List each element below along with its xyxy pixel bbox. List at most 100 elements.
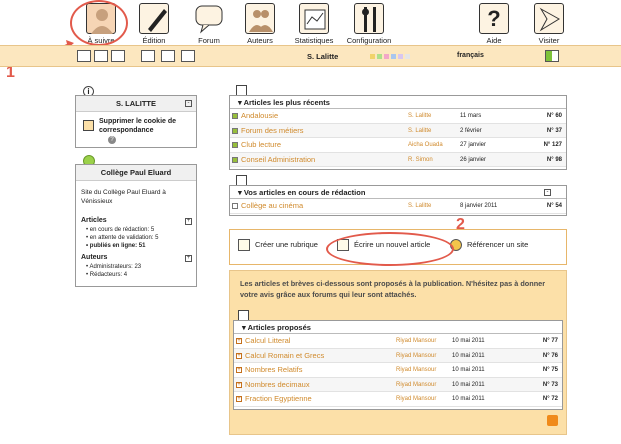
- article-author[interactable]: S. Lalitte: [408, 199, 431, 213]
- status-bullet-icon: [232, 127, 238, 134]
- folder-icon: [238, 239, 250, 251]
- status-bullet-icon: [232, 156, 238, 163]
- articles-stats: • en cours de rédaction: 5 • en attente …: [86, 226, 159, 250]
- heading-text: Vos articles en cours de rédaction: [243, 188, 366, 197]
- status-bar: S. Lalitte français: [0, 45, 621, 67]
- recent-articles-panel: ▾ Articles les plus récents Andalousie S.…: [229, 95, 567, 170]
- stat-text: en cours de rédaction: 5: [89, 227, 155, 233]
- article-row[interactable]: Club lecture Aicha Ouada 27 janvier N° 127: [230, 138, 566, 153]
- article-number: N° 60: [546, 113, 562, 119]
- article-number: N° 127: [543, 142, 562, 148]
- document-icon[interactable]: [141, 50, 155, 62]
- language-selector[interactable]: français: [457, 52, 484, 59]
- site-box: Collège Paul Eluard Site du Collège Paul…: [75, 164, 197, 287]
- collapse-icon[interactable]: -: [185, 100, 192, 107]
- article-date: 10 mai 2011: [452, 367, 485, 373]
- annotation-ring-2: [326, 232, 454, 266]
- article-row[interactable]: + Calcul Litteral Riyad Mansour 10 mai 2011…: [234, 334, 562, 349]
- color-swatch[interactable]: [405, 54, 410, 59]
- article-number: N° 98: [546, 156, 562, 163]
- expand-icon[interactable]: +: [185, 218, 192, 225]
- status-bullet-icon: [232, 203, 238, 209]
- article-author[interactable]: Riyad Mansour: [396, 334, 436, 348]
- cookie-icon: [83, 120, 94, 131]
- search-icon[interactable]: [111, 50, 125, 62]
- color-swatch[interactable]: [398, 54, 403, 59]
- article-title-link[interactable]: Nombres decimaux: [245, 378, 310, 392]
- proposed-intro: Les articles et brèves ci-dessous sont p…: [240, 279, 546, 299]
- stat-text: en attente de validation: 5: [89, 235, 159, 241]
- expand-icon[interactable]: +: [185, 255, 192, 262]
- article-number: N° 54: [546, 203, 562, 209]
- user-box: S. LALITTE - Supprimer le cookie de corr…: [75, 95, 197, 148]
- current-user[interactable]: S. Lalitte: [307, 52, 338, 61]
- article-author[interactable]: Aicha Ouada: [408, 138, 443, 152]
- eye-icon[interactable]: [181, 50, 195, 62]
- article-number: N° 75: [542, 367, 558, 373]
- help-icon[interactable]: ?: [108, 136, 116, 144]
- article-number: N° 77: [542, 338, 558, 344]
- reference-site-label: Référencer un site: [467, 240, 529, 249]
- article-date: 10 mai 2011: [452, 352, 485, 359]
- article-title-link[interactable]: Nombres Relatifs: [245, 363, 303, 377]
- arrow-icon[interactable]: [94, 50, 108, 62]
- article-author[interactable]: Riyad Mansour: [396, 363, 436, 377]
- article-number: N° 73: [542, 381, 558, 388]
- stat-item: • publiés en ligne: 51: [86, 243, 146, 249]
- article-row[interactable]: + Nombres Relatifs Riyad Mansour 10 mai 201…: [234, 363, 562, 378]
- collapse-icon[interactable]: -: [544, 189, 551, 196]
- article-title-link[interactable]: Fraction Egyptienne: [245, 392, 312, 406]
- article-number: N° 76: [542, 352, 558, 359]
- heading-text: Articles les plus récents: [243, 98, 330, 107]
- article-title-link[interactable]: Andalousie: [241, 109, 278, 123]
- article-row[interactable]: Andalousie S. Lalitte 11 mars N° 60: [230, 109, 566, 124]
- layout-toggle-icon[interactable]: [545, 50, 559, 62]
- stat-item: • en attente de validation: 5: [86, 235, 159, 241]
- article-row[interactable]: + Nombres decimaux Riyad Mansour 10 mai 201…: [234, 377, 562, 392]
- color-swatch[interactable]: [384, 54, 389, 59]
- article-date: 2 février: [460, 127, 482, 134]
- color-swatch[interactable]: [370, 54, 375, 59]
- article-author[interactable]: S. Lalitte: [408, 109, 431, 123]
- heading-text: Articles proposés: [247, 323, 311, 332]
- annotation-label-2: 2: [456, 216, 465, 233]
- authors-heading: Auteurs: [81, 254, 108, 261]
- stat-item: • Rédacteurs: 4: [86, 272, 128, 278]
- color-swatch[interactable]: [377, 54, 382, 59]
- recent-articles-heading: ▾ Articles les plus récents: [230, 96, 566, 109]
- article-author[interactable]: Riyad Mansour: [396, 349, 436, 363]
- article-author[interactable]: R. Simon: [408, 153, 433, 167]
- status-bullet-icon: +: [236, 338, 242, 344]
- mail-icon[interactable]: [161, 50, 175, 62]
- remove-cookie-link[interactable]: Supprimer le cookie de correspondance: [99, 117, 191, 135]
- draft-articles-heading: ▾ Vos articles en cours de rédaction: [230, 186, 566, 199]
- article-row[interactable]: Conseil Administration R. Simon 26 janvier…: [230, 152, 566, 167]
- site-box-title: Collège Paul Eluard: [76, 165, 196, 181]
- site-description: Site du Collège Paul Eluard à Vénissieux: [81, 189, 166, 205]
- article-row[interactable]: + Calcul Romain et Grecs Riyad Mansour 10 m…: [234, 348, 562, 363]
- article-title-link[interactable]: Collège au cinéma: [241, 199, 303, 213]
- draft-articles-list: Collège au cinéma S. Lalitte 8 janvier 201…: [230, 199, 566, 214]
- article-date: 8 janvier 2011: [460, 203, 498, 209]
- article-title-link[interactable]: Conseil Administration: [241, 153, 315, 167]
- article-title-link[interactable]: Forum des métiers: [241, 124, 304, 138]
- rss-icon[interactable]: [547, 415, 558, 426]
- article-row[interactable]: Collège au cinéma S. Lalitte 8 janvier 201…: [230, 199, 566, 214]
- article-date: 10 mai 2011: [452, 381, 485, 388]
- proposed-section: Les articles et brèves ci-dessous sont p…: [229, 270, 567, 435]
- article-row[interactable]: + Fraction Egyptienne Riyad Mansour 10 mai …: [234, 392, 562, 407]
- article-author[interactable]: Riyad Mansour: [396, 392, 436, 406]
- article-date: 27 janvier: [460, 142, 487, 148]
- proposed-articles-panel: ▾ Articles proposés + Calcul Litteral Riya…: [233, 320, 563, 410]
- article-title-link[interactable]: Calcul Litteral: [245, 334, 290, 348]
- article-title-link[interactable]: Club lecture: [241, 138, 281, 152]
- article-date: 11 mars: [460, 113, 482, 119]
- article-title-link[interactable]: Calcul Romain et Grecs: [245, 349, 324, 363]
- article-author[interactable]: S. Lalitte: [408, 124, 431, 138]
- article-row[interactable]: Forum des métiers S. Lalitte 2 février N° 3…: [230, 123, 566, 138]
- proposed-articles-heading: ▾ Articles proposés: [234, 321, 562, 334]
- article-author[interactable]: Riyad Mansour: [396, 378, 436, 392]
- color-swatch[interactable]: [391, 54, 396, 59]
- page-icon[interactable]: [77, 50, 91, 62]
- status-bullet-icon: +: [236, 352, 242, 359]
